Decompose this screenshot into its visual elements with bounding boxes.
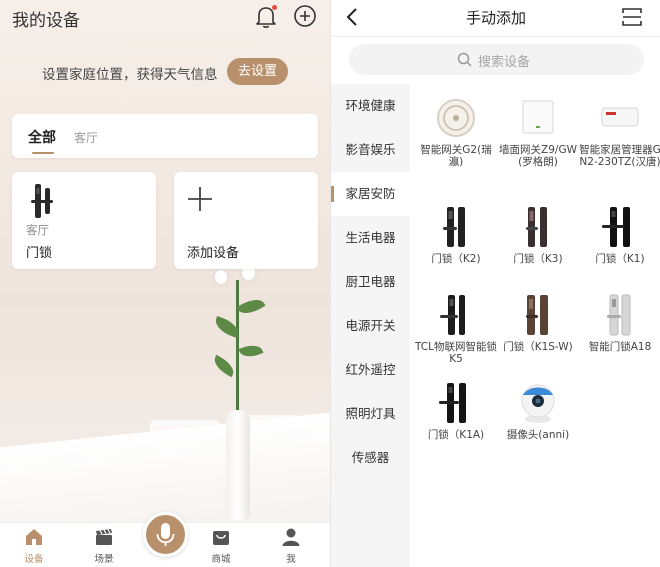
device-label: 门锁（K3) [513, 253, 563, 265]
door-lock-icon [443, 207, 465, 247]
tab-living-room[interactable]: 客厅 [74, 129, 98, 146]
device-search-input[interactable]: 搜索设备 [349, 44, 644, 75]
device-label: 智能家居管理器GN2-230TZ(汉唐) [579, 144, 660, 168]
device-item-gateway-g2[interactable]: 智能网关G2(瑞瀛) [415, 96, 497, 168]
device-label: 摄像头(anni) [506, 429, 570, 441]
voice-button[interactable] [143, 512, 188, 557]
device-label: 门锁（K1A) [427, 429, 485, 441]
device-item-wall-gateway-z9[interactable]: 墙面网关Z9/GW(罗格朗) [497, 96, 579, 168]
add-device-label: 添加设备 [187, 246, 240, 261]
home-icon [26, 529, 42, 545]
tab-all[interactable]: 全部 [28, 127, 56, 147]
tab-label: 商城 [211, 554, 231, 565]
device-room: 客厅 [26, 223, 49, 237]
notification-dot [272, 5, 277, 10]
device-label: 智能网关G2(瑞瀛) [420, 144, 492, 168]
device-label: 门锁（K1) [595, 253, 645, 265]
tab-me[interactable]: 我 [271, 527, 311, 565]
device-item-home-manager-gn2[interactable]: 智能家居管理器GN2-230TZ(汉唐) [579, 96, 660, 168]
flower-bloom [215, 270, 227, 284]
category-ir-remote[interactable]: 红外遥控 [331, 348, 410, 392]
door-lock-silver-icon [607, 294, 631, 336]
door-lock-icon [31, 184, 53, 218]
flower-vase [226, 410, 250, 520]
device-label: 门锁（K1S-W) [503, 341, 573, 353]
device-item-lock-k2[interactable]: 门锁（K2) [415, 205, 497, 265]
page-title: 手动添加 [465, 9, 526, 27]
category-environment-health[interactable]: 环境健康 [331, 84, 410, 128]
device-item-lock-k1a[interactable]: 门锁（K1A) [415, 381, 497, 441]
device-item-lock-k1s-w[interactable]: 门锁（K1S-W) [497, 293, 579, 353]
category-sidebar: 环境健康 影音娱乐 家居安防 生活电器 厨卫电器 电源开关 红外遥控 照明灯具 … [331, 84, 410, 567]
scan-icon[interactable] [622, 8, 642, 26]
tab-label: 我 [286, 554, 296, 565]
device-item-camera-anni[interactable]: 摄像头(anni) [497, 381, 579, 441]
my-devices-screen: 我的设备 设置家庭位置，获得天气信息 去设置 全部 客厅 客厅 门锁 添加设备 [0, 0, 330, 567]
search-placeholder: 搜索设备 [478, 55, 531, 70]
person-icon [282, 528, 300, 546]
search-icon [457, 52, 472, 67]
flower-stem [236, 280, 239, 415]
top-bar: 我的设备 [0, 0, 330, 34]
manual-add-screen: 手动添加 搜索设备 环境健康 影音娱乐 家居安防 生活电器 厨卫电器 电源开关 … [330, 0, 660, 567]
device-item-lock-k1[interactable]: 门锁（K1) [579, 205, 660, 265]
door-lock-icon [526, 207, 547, 247]
door-lock-icon [439, 383, 466, 423]
tab-label: 设备 [24, 554, 44, 565]
active-tab-indicator [32, 152, 54, 154]
device-item-tcl-lock-k5[interactable]: TCL物联网智能锁K5 [415, 293, 497, 365]
set-location-button[interactable]: 去设置 [227, 58, 288, 85]
device-label: TCL物联网智能锁K5 [415, 341, 497, 365]
plus-icon [188, 187, 212, 211]
header-divider [331, 36, 660, 37]
tab-devices[interactable]: 设备 [14, 527, 54, 565]
category-lighting[interactable]: 照明灯具 [331, 392, 410, 436]
camera-icon [521, 384, 555, 423]
microphone-icon [156, 523, 175, 546]
device-item-smart-lock-a18[interactable]: 智能门锁A18 [579, 293, 660, 353]
door-lock-icon [440, 295, 465, 335]
category-sensors[interactable]: 传感器 [331, 436, 410, 480]
tab-label: 场景 [94, 554, 114, 565]
add-circle-icon[interactable] [294, 5, 316, 27]
category-home-security[interactable]: 家居安防 [331, 172, 410, 216]
wall-gateway-icon [522, 100, 554, 134]
device-item-lock-k3[interactable]: 门锁（K3) [497, 205, 579, 265]
add-device-card[interactable]: 添加设备 [174, 172, 318, 269]
category-kitchen-bath[interactable]: 厨卫电器 [331, 260, 410, 304]
clapperboard-icon [96, 529, 112, 545]
device-label: 门锁（K2) [431, 253, 481, 265]
door-lock-icon [602, 207, 630, 247]
device-label: 墙面网关Z9/GW(罗格朗) [499, 144, 577, 168]
category-power-switch[interactable]: 电源开关 [331, 304, 410, 348]
device-card-door-lock[interactable]: 客厅 门锁 [12, 172, 156, 269]
device-label: 智能门锁A18 [588, 341, 652, 353]
home-manager-icon [601, 107, 639, 127]
category-audio-video[interactable]: 影音娱乐 [331, 128, 410, 172]
room-tabs: 全部 客厅 [12, 114, 318, 158]
shopping-bag-icon [213, 531, 229, 545]
door-lock-bronze-icon [526, 295, 548, 335]
category-label: 家居安防 [345, 186, 396, 201]
location-prompt: 设置家庭位置，获得天气信息 [42, 67, 218, 83]
gateway-round-icon [437, 99, 475, 137]
device-name: 门锁 [26, 246, 53, 261]
tab-scenes[interactable]: 场景 [84, 527, 124, 565]
tab-store[interactable]: 商城 [201, 527, 241, 565]
category-home-appliances[interactable]: 生活电器 [331, 216, 410, 260]
active-category-marker [331, 186, 334, 202]
page-title: 我的设备 [12, 11, 80, 31]
